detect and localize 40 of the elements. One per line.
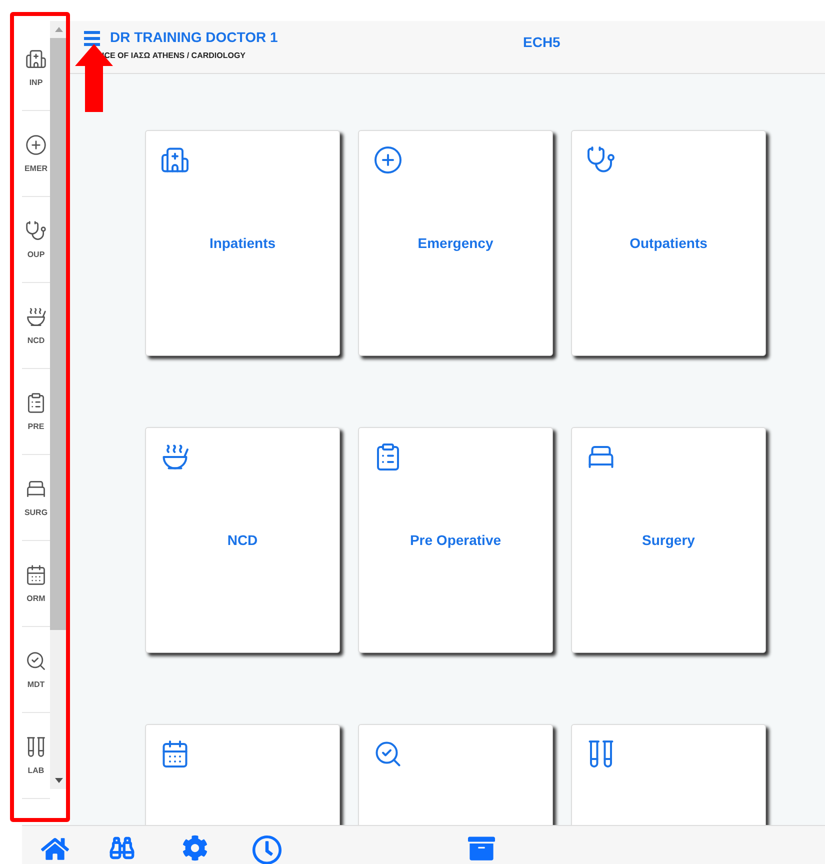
module-card[interactable]: Surgery <box>571 427 766 653</box>
magnifier-icon <box>25 650 47 672</box>
sidebar-label: OUP <box>27 250 45 259</box>
module-card[interactable]: Outpatients <box>571 130 766 356</box>
scrollbar[interactable] <box>50 21 67 789</box>
sidebar-label: PRE <box>28 422 44 431</box>
calendar-icon <box>25 564 47 586</box>
clock-button[interactable] <box>252 835 282 864</box>
plus-circle-icon <box>25 134 47 156</box>
page-title: ECH5 <box>523 34 560 50</box>
soup-bowl-icon <box>25 306 47 328</box>
hospital-icon <box>160 145 190 175</box>
stethoscope-icon <box>586 145 616 175</box>
plus-circle-icon <box>373 145 403 175</box>
sidebar-label: ORM <box>26 594 46 603</box>
module-card[interactable]: Pre Operative <box>358 427 553 653</box>
module-card[interactable]: Emergency <box>358 130 553 356</box>
hospital-icon <box>25 48 47 70</box>
sidebar-label: MDT <box>27 680 45 689</box>
module-card[interactable]: NCD <box>145 427 340 653</box>
magnifier-icon <box>373 739 403 769</box>
stethoscope-icon <box>25 220 47 242</box>
settings-button[interactable] <box>182 835 208 861</box>
home-button[interactable] <box>41 835 69 863</box>
test-tubes-icon <box>25 736 47 758</box>
sidebar-label: SURG <box>24 508 48 517</box>
sidebar-label: NCD <box>27 336 45 345</box>
annotation-arrow <box>75 44 113 112</box>
soup-bowl-icon <box>160 442 190 472</box>
sidebar-label: INP <box>29 78 43 87</box>
calendar-icon <box>160 739 190 769</box>
user-name: DR TRAINING DOCTOR 1 <box>110 29 278 45</box>
archive-button[interactable] <box>468 835 495 862</box>
test-tubes-icon <box>586 739 616 769</box>
menu-button[interactable] <box>84 31 100 46</box>
checklist-icon <box>25 392 47 414</box>
module-card[interactable]: Inpatients <box>145 130 340 356</box>
binoculars-button[interactable] <box>109 835 135 861</box>
sidebar-label: LAB <box>28 766 44 775</box>
sidebar-label: EMER <box>24 164 48 173</box>
